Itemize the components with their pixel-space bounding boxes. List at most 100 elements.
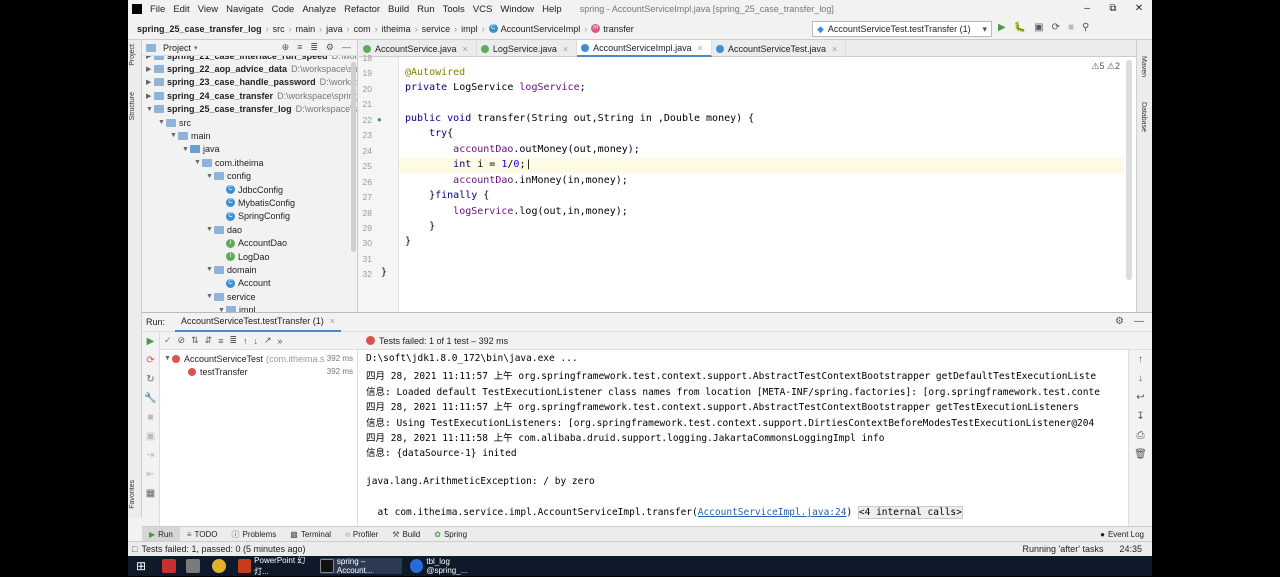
stop-icon[interactable]: ■ — [142, 408, 159, 427]
scroll-to-end-icon[interactable]: ↧ — [1129, 407, 1152, 426]
start-button[interactable]: ⊞ — [136, 558, 146, 574]
stop-icon[interactable]: ■ — [1068, 22, 1074, 33]
minimize-icon[interactable]: – — [1074, 0, 1100, 18]
trash-icon[interactable]: 🗑 — [1129, 445, 1152, 464]
menu-edit[interactable]: Edit — [169, 4, 193, 15]
breadcrumb-method[interactable]: m transfer — [588, 24, 637, 34]
up-icon[interactable]: ↑ — [1129, 350, 1152, 369]
tool-tab-build[interactable]: ⚒ Build — [385, 527, 427, 542]
show-ignored-icon[interactable]: ⊘ — [178, 335, 186, 346]
soft-wrap-icon[interactable]: ↩ — [1129, 388, 1152, 407]
inspection-warnings[interactable]: ⚠5 ⚠2 — [1091, 61, 1120, 72]
menu-code[interactable]: Code — [268, 4, 299, 15]
project-tree-item[interactable]: C Account — [218, 277, 271, 290]
collapse-all-icon[interactable]: ≣ — [229, 335, 237, 346]
print-icon[interactable]: ⎙ — [1129, 426, 1152, 445]
project-tree-item[interactable]: ▼ dao — [206, 223, 242, 236]
project-tree-item[interactable]: ▶ spring_21_case_interface_run_speed D:\wo… — [146, 56, 357, 62]
profile-icon[interactable]: ⟳ — [1052, 22, 1060, 33]
rerun-failed-icon[interactable]: ⟳ — [142, 351, 159, 370]
coverage-icon[interactable]: ▣ — [1034, 22, 1043, 33]
expand-all-icon[interactable]: ≡ — [297, 42, 302, 53]
tab-account-service-test[interactable]: AccountServiceTest.java × — [712, 40, 847, 57]
implements-marker-icon[interactable]: ● — [377, 115, 382, 124]
tool-tab-problems[interactable]: ⓘ Problems — [224, 527, 283, 542]
sort-alpha-icon[interactable]: ⇅ — [191, 335, 199, 346]
tab-account-service[interactable]: AccountService.java × — [359, 40, 477, 57]
more-icon[interactable]: » — [278, 336, 283, 346]
collapse-all-icon[interactable]: ≣ — [310, 42, 318, 53]
show-passed-icon[interactable]: ✓ — [164, 335, 172, 346]
hide-icon[interactable]: — — [1134, 316, 1144, 327]
project-tree-item[interactable]: ▼ spring_25_case_transfer_log D:\workspace… — [146, 103, 357, 116]
locate-icon[interactable]: ⊕ — [282, 42, 290, 53]
breadcrumb-java[interactable]: java — [323, 24, 346, 34]
event-log-button[interactable]: ● Event Log — [1100, 530, 1144, 539]
editor-scrollbar[interactable] — [1126, 60, 1132, 280]
breadcrumb-com[interactable]: com — [351, 24, 374, 34]
menu-help[interactable]: Help — [538, 4, 566, 15]
close-tab-icon[interactable]: × — [330, 316, 335, 326]
camera-icon[interactable]: ▣ — [142, 427, 159, 446]
project-tree-item[interactable]: ▶ spring_24_case_transfer D:\workspace\spr… — [146, 89, 357, 102]
breadcrumb-class[interactable]: C AccountServiceImpl — [486, 24, 584, 34]
project-tree-item[interactable]: C SpringConfig — [218, 210, 290, 223]
prev-failed-icon[interactable]: ↑ — [243, 336, 248, 346]
import-icon[interactable]: ⇤ — [142, 465, 159, 484]
tab-account-service-impl[interactable]: AccountServiceImpl.java × — [577, 40, 712, 57]
menu-tools[interactable]: Tools — [439, 4, 469, 15]
structure-tool-label[interactable]: Structure — [129, 92, 136, 120]
project-tree-item[interactable]: I LogDao — [218, 250, 270, 263]
breadcrumb-src[interactable]: src — [270, 24, 288, 34]
tool-tab-profiler[interactable]: ○ Profiler — [338, 527, 385, 542]
next-failed-icon[interactable]: ↓ — [254, 336, 259, 346]
run-tab[interactable]: AccountServiceTest.testTransfer (1) × — [175, 313, 341, 332]
project-view-select[interactable]: Project — [163, 43, 191, 53]
hide-icon[interactable]: — — [342, 42, 351, 53]
menu-analyze[interactable]: Analyze — [298, 4, 340, 15]
breadcrumb-itheima[interactable]: itheima — [379, 24, 414, 34]
project-tree-item[interactable]: ▼ src — [158, 116, 191, 129]
project-tree-item[interactable]: ▼ impl — [218, 304, 256, 312]
tool-tab-todo[interactable]: ≡ TODO — [180, 527, 225, 542]
menu-view[interactable]: View — [194, 4, 222, 15]
menu-navigate[interactable]: Navigate — [222, 4, 268, 15]
taskbar-intellij[interactable]: spring – Account... — [320, 557, 402, 575]
tool-tab-spring[interactable]: ✿ Spring — [427, 527, 474, 542]
menu-file[interactable]: File — [146, 4, 169, 15]
sort-duration-icon[interactable]: ⇵ — [205, 335, 213, 346]
run-configuration-select[interactable]: ◆ AccountServiceTest.testTransfer (1) ▾ — [812, 21, 992, 37]
gear-icon[interactable]: ⚙ — [326, 42, 334, 53]
toggle-auto-test-icon[interactable]: ↻ — [142, 370, 159, 389]
breadcrumb-main[interactable]: main — [293, 24, 319, 34]
source-link[interactable]: AccountServiceImpl.java:24 — [698, 507, 847, 518]
debug-icon[interactable]: 🐛 — [1014, 22, 1026, 33]
project-tree-item[interactable]: I AccountDao — [218, 237, 287, 250]
close-tab-icon[interactable]: × — [698, 43, 703, 53]
console-output[interactable]: D:\soft\jdk1.8.0_172\bin\java.exe ... 四月… — [358, 350, 1128, 527]
maximize-icon[interactable]: ⧉ — [1100, 0, 1126, 18]
menu-window[interactable]: Window — [496, 4, 538, 15]
taskbar-app-gray[interactable] — [186, 558, 203, 574]
favorites-tool-label[interactable]: Favorites — [129, 480, 136, 509]
project-scrollbar[interactable] — [351, 62, 356, 252]
export-icon[interactable]: ⇥ — [142, 446, 159, 465]
maven-tool-label[interactable]: Maven — [1140, 56, 1147, 77]
taskbar-datagrip[interactable]: tbl_log @spring_... — [410, 557, 490, 575]
project-tree-item[interactable]: ▼ domain — [206, 263, 257, 276]
status-message[interactable]: Tests failed: 1, passed: 0 (5 minutes ag… — [141, 544, 305, 554]
breadcrumb-impl[interactable]: impl — [458, 24, 481, 34]
gear-icon[interactable]: ⚙ — [1115, 316, 1124, 327]
project-tree-item[interactable]: ▼ service — [206, 290, 256, 303]
tab-log-service[interactable]: LogService.java × — [477, 40, 578, 57]
close-tab-icon[interactable]: × — [563, 44, 568, 54]
project-tree-item[interactable]: ▶ spring_23_case_handle_password D:\worksp — [146, 76, 357, 89]
menu-build[interactable]: Build — [384, 4, 413, 15]
caret-position[interactable]: 24:35 — [1119, 544, 1142, 554]
test-class-row[interactable]: ▼ AccountServiceTest (com.itheima.s 392 … — [164, 352, 357, 365]
down-icon[interactable]: ↓ — [1129, 369, 1152, 388]
background-task[interactable]: Running 'after' tasks — [1022, 544, 1103, 554]
rerun-icon[interactable]: ▶ — [142, 332, 159, 351]
taskbar-chrome[interactable] — [212, 558, 229, 574]
search-icon[interactable]: ⚲ — [1082, 22, 1089, 33]
